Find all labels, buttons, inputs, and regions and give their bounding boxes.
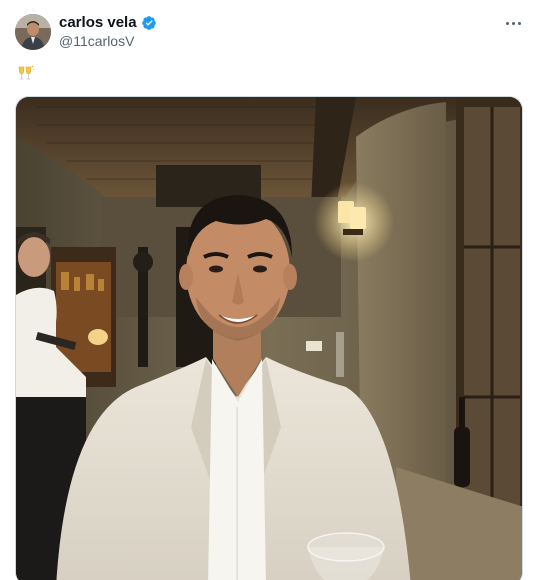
author-name-row: carlos vela	[59, 14, 157, 32]
tweet-photo[interactable]	[15, 96, 523, 580]
author-avatar[interactable]	[15, 14, 51, 50]
author-display-name[interactable]: carlos vela	[59, 14, 137, 32]
clinking-glasses-icon	[17, 64, 35, 82]
author-handle[interactable]: @11carlosV	[59, 33, 134, 50]
tweet-text	[17, 64, 35, 87]
verified-badge-icon	[141, 15, 157, 31]
tweet-card: carlos vela @11carlosV	[0, 0, 538, 580]
more-options-icon[interactable]	[503, 14, 523, 32]
